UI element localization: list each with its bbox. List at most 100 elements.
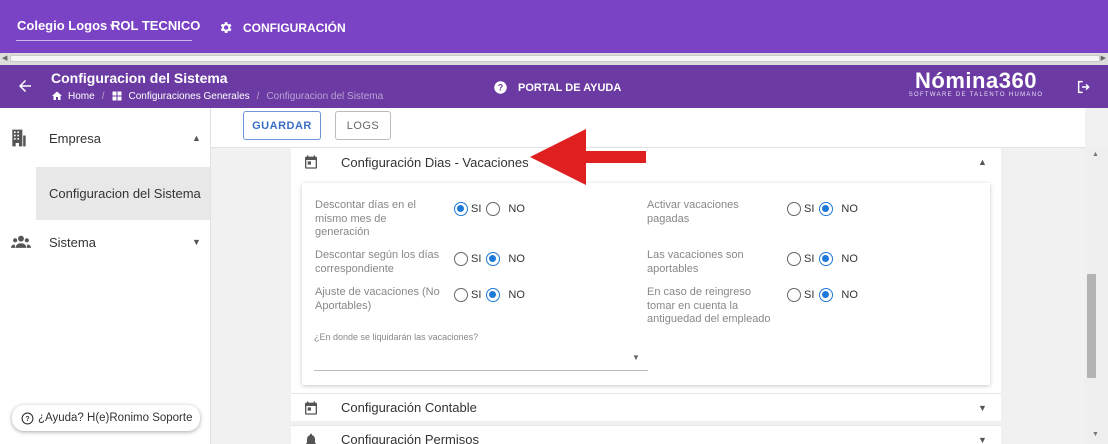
school-name: Colegio Logos [17, 18, 108, 33]
sidebar-item-empresa[interactable]: Empresa ▲ [0, 113, 211, 163]
radio-no[interactable] [819, 202, 834, 216]
radio-group-descontar-segun-dias: SI NO [454, 252, 530, 266]
section-permisos-header[interactable]: Configuración Permisos ▼ [291, 425, 1001, 444]
calendar-icon [305, 155, 317, 169]
gear-icon [220, 22, 232, 33]
question-label: Descontar días en el mismo mes de genera… [315, 199, 416, 238]
vertical-scrollbar[interactable]: ▲ ▼ [1085, 108, 1108, 444]
radio-group-ajuste-vacaciones: SI NO [454, 288, 530, 302]
help-portal-label: PORTAL DE AYUDA [518, 81, 622, 94]
radio-si-label: SI [471, 289, 482, 301]
logo-text: Nómina360 [915, 68, 1037, 93]
logout-icon[interactable] [1076, 79, 1092, 95]
radio-si[interactable] [787, 288, 801, 302]
radio-si[interactable] [787, 252, 801, 266]
radio-no-label: NO [508, 203, 525, 215]
chevron-down-icon: ▼ [978, 402, 987, 413]
question-label: En caso de reingreso tomar en cuenta la … [647, 286, 771, 325]
scroll-left-icon[interactable]: ◀ [2, 54, 7, 62]
logo-tagline: SOFTWARE DE TALENTO HUMANO [908, 92, 1044, 98]
svg-text:?: ? [498, 83, 503, 93]
question-label: Activar vacaciones pagadas [647, 199, 739, 225]
page-title: Configuracion del Sistema [51, 70, 228, 86]
scrollbar-thumb[interactable] [1087, 274, 1096, 378]
radio-no[interactable] [486, 252, 501, 266]
sidebar-item-sistema[interactable]: Sistema ▼ [0, 217, 211, 267]
svg-text:?: ? [25, 416, 29, 423]
radio-no[interactable] [486, 202, 501, 216]
main-content: GUARDAR LOGS Configuración Dias - Vacaci… [211, 108, 1085, 444]
breadcrumb: Home / Configuraciones Generales / Confi… [51, 90, 383, 102]
chevron-up-icon: ▲ [192, 133, 201, 143]
support-help-label: ¿Ayuda? H(e)Ronimo Soporte [38, 412, 193, 424]
people-icon [11, 235, 31, 248]
section-title: Configuración Dias - Vacaciones [341, 154, 529, 170]
radio-no[interactable] [819, 252, 834, 266]
sidebar-item-configuracion-del-sistema[interactable]: Configuracion del Sistema [36, 167, 210, 220]
school-selector[interactable]: Colegio Logos▼ [17, 18, 116, 33]
radio-group-activar-vacaciones-pagadas: SI NO [787, 202, 863, 216]
question-label: Las vacaciones son aportables [647, 249, 744, 275]
home-icon [52, 91, 62, 100]
question-label: Descontar según los días correspondiente [315, 249, 440, 275]
radio-no-label: NO [841, 289, 858, 301]
radio-group-vacaciones-aportables: SI NO [787, 252, 863, 266]
section-title: Configuración Contable [341, 400, 477, 415]
radio-si-label: SI [804, 289, 815, 301]
radio-si-label: SI [471, 253, 482, 265]
support-help-chip[interactable]: ? ¿Ayuda? H(e)Ronimo Soporte [12, 405, 200, 431]
scroll-right-icon[interactable]: ▶ [1101, 54, 1106, 62]
section-title: Configuración Permisos [341, 432, 480, 444]
scrollbar-thumb[interactable] [10, 55, 1100, 62]
radio-no-label: NO [841, 253, 858, 265]
section-contable-header[interactable]: Configuración Contable ▼ [291, 393, 1001, 421]
save-button[interactable]: GUARDAR [243, 111, 321, 140]
radio-si[interactable] [454, 252, 468, 266]
grid-icon [112, 91, 122, 101]
scroll-down-icon[interactable]: ▼ [1092, 431, 1099, 438]
action-bar: GUARDAR LOGS [211, 108, 1085, 148]
sidebar-item-label: Empresa [49, 130, 102, 146]
bell-icon [305, 433, 317, 444]
radio-no-label: NO [508, 253, 525, 265]
radio-group-reingreso-antiguedad: SI NO [787, 288, 863, 302]
radio-si-label: SI [804, 253, 815, 265]
radio-no-label: NO [841, 203, 858, 215]
caret-down-icon[interactable]: ▼ [632, 353, 640, 362]
page-header: Configuracion del Sistema Home / Configu… [0, 65, 1108, 108]
radio-si[interactable] [787, 202, 801, 216]
configuration-menu[interactable]: CONFIGURACIÓN [218, 20, 346, 35]
liquidation-select[interactable] [314, 343, 648, 371]
radio-no[interactable] [486, 288, 501, 302]
help-portal-link[interactable]: ? PORTAL DE AYUDA [493, 80, 621, 95]
select-underline [314, 370, 648, 371]
breadcrumb-home[interactable]: Home [68, 91, 95, 102]
scroll-up-icon[interactable]: ▲ [1092, 151, 1099, 158]
liquidation-select-label: ¿En donde se liquidarán las vacaciones? [314, 332, 479, 342]
radio-no-label: NO [508, 289, 525, 301]
breadcrumb-current: Configuracion del Sistema [266, 90, 384, 102]
radio-group-descontar-mismo-mes: SI NO [454, 202, 530, 216]
question-label: Ajuste de vacaciones (No Aportables) [315, 286, 440, 312]
radio-si[interactable] [454, 288, 468, 302]
help-circle-icon: ? [494, 81, 507, 94]
chevron-up-icon: ▲ [978, 157, 987, 167]
building-icon [12, 129, 26, 147]
logs-button[interactable]: LOGS [335, 111, 391, 140]
role-label: ROL TECNICO [111, 18, 201, 33]
calendar-icon [305, 400, 317, 415]
radio-si-label: SI [804, 203, 815, 215]
back-arrow-icon[interactable] [16, 77, 34, 95]
sidebar-item-label: Sistema [49, 234, 96, 250]
configuration-label: CONFIGURACIÓN [243, 20, 346, 35]
nomina360-logo: Nómina360 SOFTWARE DE TALENTO HUMANO [906, 68, 1046, 98]
radio-si[interactable] [454, 202, 468, 216]
vacaciones-settings-card: Descontar días en el mismo mes de genera… [302, 183, 990, 385]
sidebar: Empresa ▲ Configuracion del Sistema Sist… [0, 108, 211, 444]
radio-no[interactable] [819, 288, 834, 302]
breadcrumb-separator: / [256, 90, 260, 102]
horizontal-scrollbar[interactable]: ◀ ▶ [0, 53, 1108, 65]
top-bar: Colegio Logos▼ ROL TECNICO CONFIGURACIÓN [0, 0, 1108, 53]
breadcrumb-general-settings[interactable]: Configuraciones Generales [128, 91, 249, 102]
sidebar-item-label: Configuracion del Sistema [49, 186, 201, 201]
